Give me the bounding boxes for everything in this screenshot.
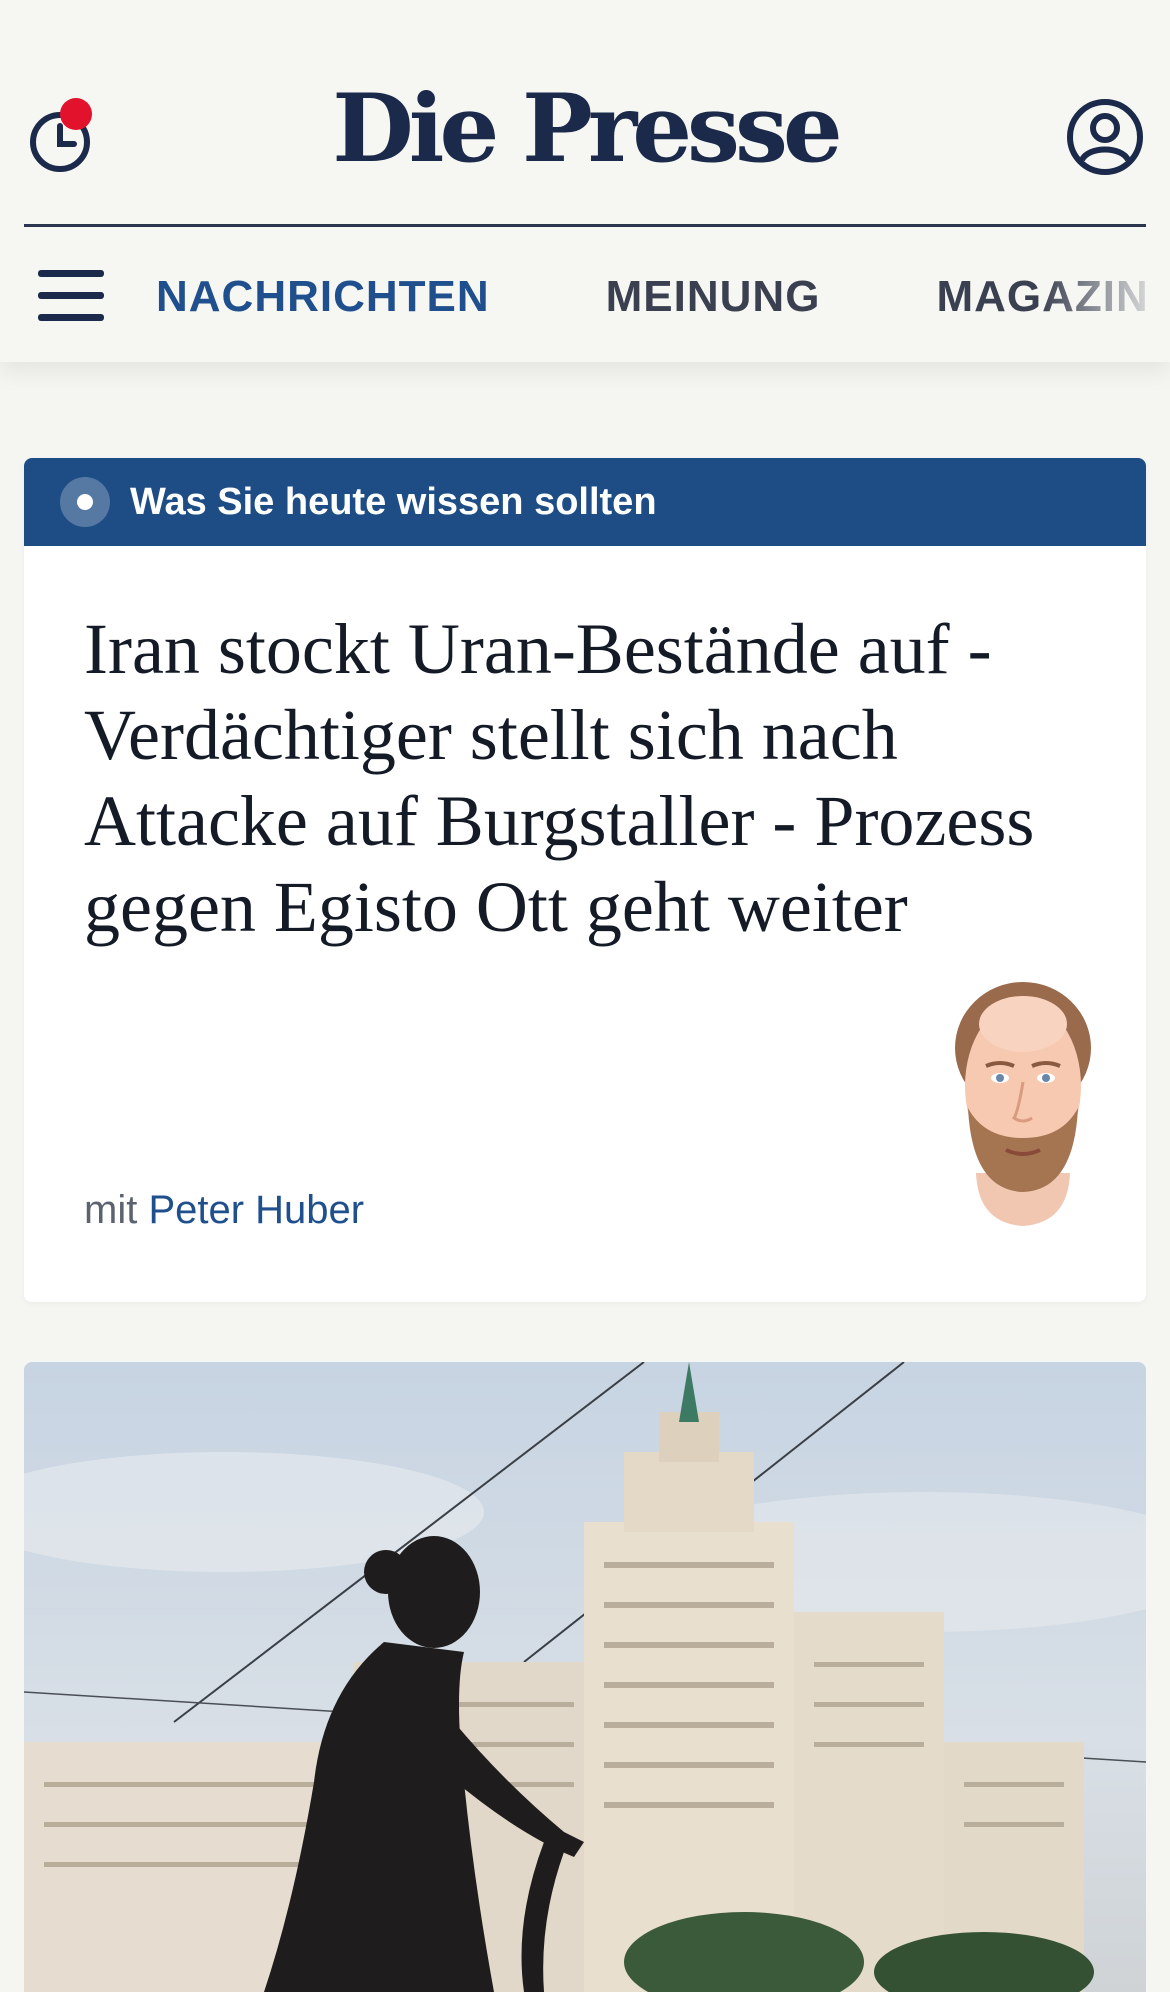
briefing-banner: Was Sie heute wissen sollten (24, 458, 1146, 546)
user-account-icon (1067, 99, 1143, 175)
feature-photo[interactable] (24, 1362, 1146, 1992)
hamburger-menu-icon (38, 270, 104, 321)
live-indicator-icon (60, 477, 110, 527)
briefing-banner-label: Was Sie heute wissen sollten (130, 480, 657, 523)
nav-scroll-fade (1040, 262, 1170, 334)
author-avatar (938, 978, 1108, 1228)
section-nav: NACHRICHTEN MEINUNG MAGAZIN (156, 272, 1170, 322)
briefing-card[interactable]: Was Sie heute wissen sollten Iran stockt… (24, 458, 1146, 1302)
author-link[interactable]: Peter Huber (148, 1188, 364, 1232)
site-header: Die Presse NACHRICHTEN MEINUNG MAGAZIN (0, 0, 1170, 362)
byline-prefix: mit (84, 1188, 138, 1232)
menu-button[interactable] (38, 268, 106, 324)
header-divider (24, 224, 1146, 227)
nav-item-meinung[interactable]: MEINUNG (606, 272, 821, 322)
account-button[interactable] (1064, 96, 1146, 178)
nav-item-nachrichten[interactable]: NACHRICHTEN (156, 272, 490, 322)
site-logo[interactable]: Die Presse (0, 82, 1170, 176)
byline: mit Peter Huber (84, 1188, 364, 1233)
briefing-headline[interactable]: Iran stockt Uran-Bestände auf - Verdächt… (84, 606, 1094, 950)
